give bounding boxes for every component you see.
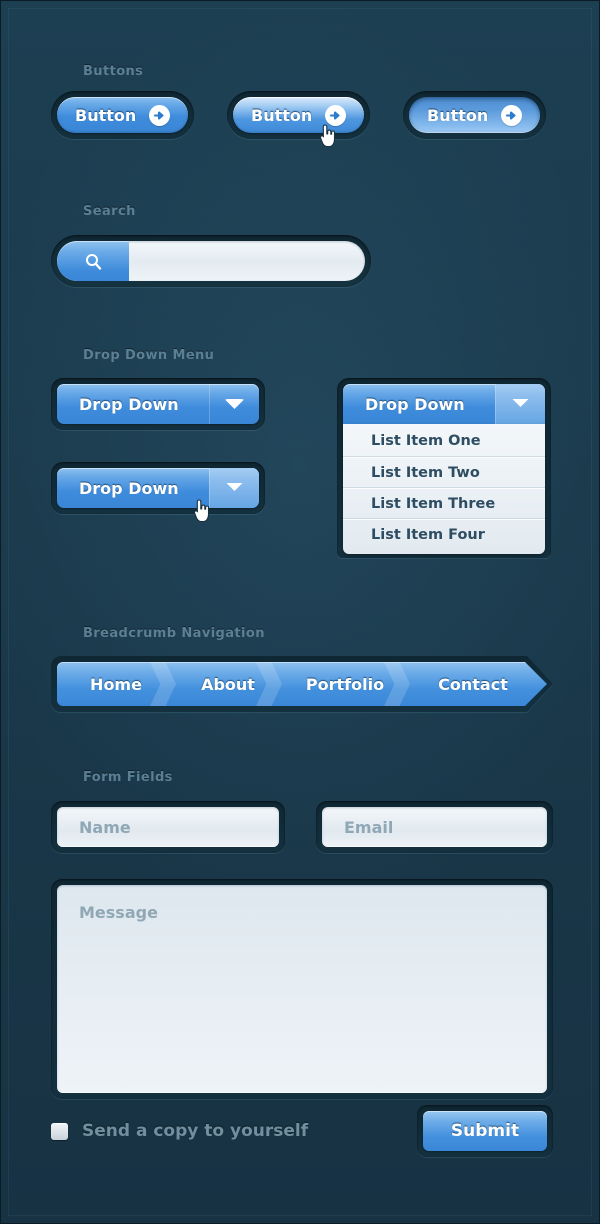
list-item[interactable]: List Item One [343, 426, 545, 457]
button-active-wrapper: Button [403, 91, 547, 139]
dropdown-section-label: Drop Down Menu [83, 348, 215, 363]
dropdown-open[interactable]: Drop Down [343, 384, 545, 424]
submit-button[interactable]: Submit [423, 1111, 547, 1151]
message-field-wrapper [51, 879, 553, 1099]
dropdown-normal-label: Drop Down [79, 394, 179, 414]
email-field[interactable] [322, 807, 547, 847]
breadcrumb-item-home[interactable]: Home [57, 662, 175, 706]
breadcrumb-section-label: Breadcrumb Navigation [83, 626, 265, 641]
form-footer-row: Send a copy to yourself Submit [51, 1105, 553, 1157]
breadcrumb-item-contact[interactable]: Contact [409, 662, 537, 706]
button-hover[interactable]: Button [233, 97, 365, 133]
magnifier-icon[interactable] [57, 241, 129, 281]
button-normal-label: Button [75, 105, 137, 125]
dropdown-open-wrapper: Drop Down List Item One List Item Two Li… [337, 378, 551, 558]
button-active-label: Button [427, 105, 489, 125]
name-field[interactable] [57, 807, 279, 847]
list-item[interactable]: List Item Four [343, 519, 545, 550]
send-copy-checkbox[interactable] [51, 1122, 68, 1140]
breadcrumb-frame: Home About Portfolio Contact [51, 656, 553, 712]
breadcrumb-label: Portfolio [305, 674, 385, 694]
chevron-right-icon [384, 662, 410, 706]
list-item[interactable]: List Item Two [343, 457, 545, 488]
name-field-wrapper [51, 801, 285, 853]
chevron-right-icon [150, 662, 176, 706]
breadcrumb-item-portfolio[interactable]: Portfolio [281, 662, 409, 706]
list-item[interactable]: List Item Three [343, 488, 545, 519]
search-input[interactable] [129, 241, 365, 281]
breadcrumb-label: About [201, 674, 255, 694]
breadcrumb: Home About Portfolio Contact [51, 656, 553, 712]
button-hover-label: Button [251, 105, 313, 125]
search-bar-wrapper [51, 235, 371, 287]
button-hover-wrapper: Button [227, 91, 371, 139]
send-copy-label: Send a copy to yourself [82, 1121, 309, 1141]
dropdown-hover[interactable]: Drop Down [57, 468, 259, 508]
chevron-right-icon [256, 662, 282, 706]
arrow-right-icon [325, 104, 347, 126]
dropdown-open-label: Drop Down [365, 394, 465, 414]
dropdown-normal-wrapper: Drop Down [51, 378, 265, 430]
chevron-down-icon[interactable] [209, 384, 259, 424]
message-field[interactable] [57, 885, 547, 1093]
breadcrumb-item-about[interactable]: About [175, 662, 281, 706]
email-field-wrapper [316, 801, 553, 853]
breadcrumb-label: Home [90, 674, 142, 694]
arrow-right-icon [149, 104, 171, 126]
button-normal-wrapper: Button [51, 91, 195, 139]
submit-button-wrapper: Submit [417, 1105, 553, 1157]
dropdown-hover-wrapper: Drop Down [51, 462, 265, 514]
dropdown-menu-list: List Item One List Item Two List Item Th… [343, 424, 545, 554]
buttons-section-label: Buttons [83, 64, 144, 79]
chevron-down-icon[interactable] [209, 468, 259, 508]
button-active[interactable]: Button [409, 97, 541, 133]
form-section-label: Form Fields [83, 770, 173, 785]
chevron-down-icon[interactable] [495, 384, 545, 424]
dropdown-normal[interactable]: Drop Down [57, 384, 259, 424]
ui-kit-panel: Buttons Button Button Button Search Drop… [0, 0, 600, 1224]
breadcrumb-inner: Home About Portfolio Contact [57, 662, 547, 706]
arrow-right-icon [501, 104, 523, 126]
button-normal[interactable]: Button [57, 97, 189, 133]
search-bar[interactable] [57, 241, 365, 281]
search-section-label: Search [83, 204, 136, 219]
breadcrumb-label: Contact [438, 674, 508, 694]
dropdown-hover-label: Drop Down [79, 478, 179, 498]
